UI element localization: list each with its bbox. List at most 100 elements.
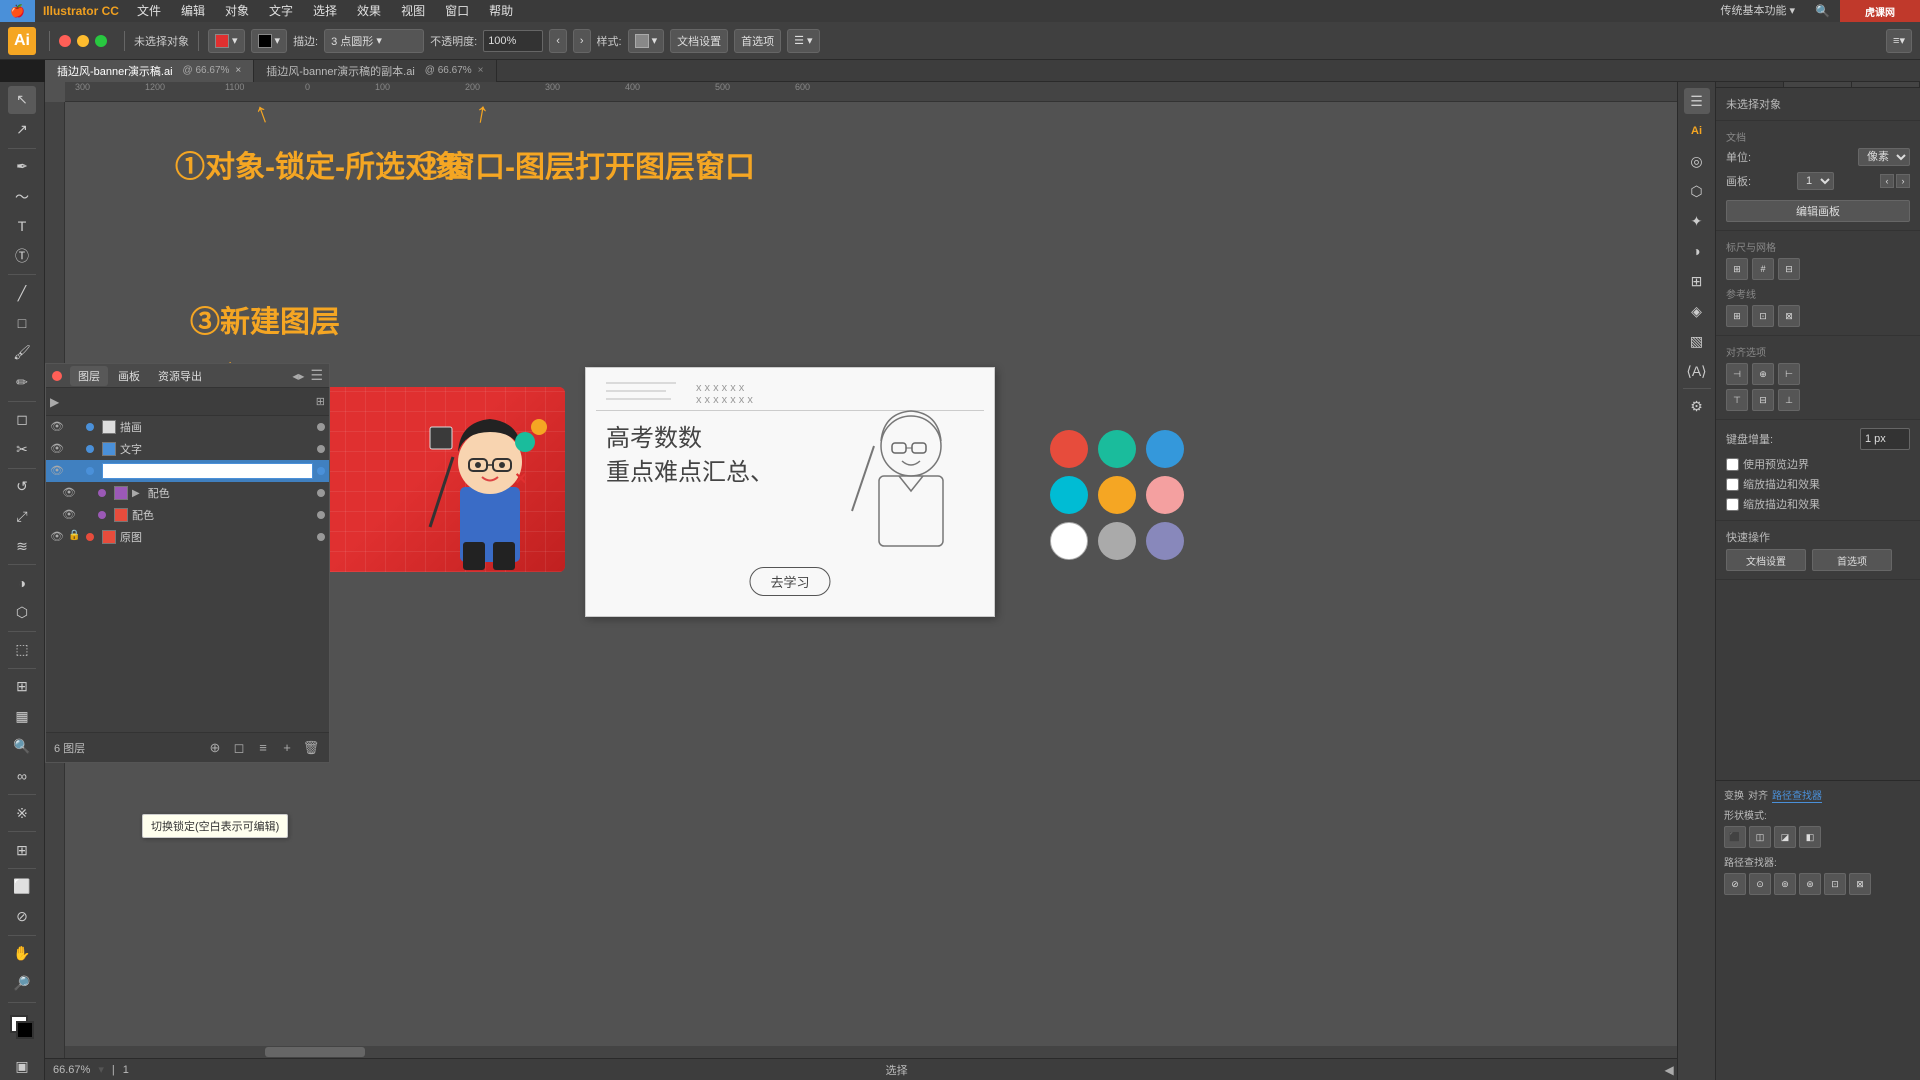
horizontal-scroll-thumb[interactable]: [265, 1047, 365, 1057]
maximize-btn[interactable]: [95, 35, 107, 47]
align-bottom[interactable]: ⊥: [1778, 389, 1800, 411]
swatch-purple-gray[interactable]: [1146, 522, 1184, 560]
layer-5-eye[interactable]: 👁: [62, 508, 76, 522]
swatch-teal[interactable]: [1098, 430, 1136, 468]
scale-corners-checkbox[interactable]: [1726, 478, 1739, 491]
guide-btn-1[interactable]: ⊞: [1726, 305, 1748, 327]
pattern-icon[interactable]: ⊞: [1684, 268, 1710, 294]
quick-doc-settings-btn[interactable]: 文档设置: [1726, 549, 1806, 571]
artboard-prev[interactable]: ‹: [1880, 174, 1894, 188]
layers-collapse-btn[interactable]: ◂▸: [292, 369, 304, 383]
crop-btn[interactable]: ⊛: [1799, 873, 1821, 895]
settings-gear-icon[interactable]: ⚙: [1684, 393, 1710, 419]
layer-4-lock[interactable]: [80, 486, 94, 500]
swatch-blue[interactable]: [1146, 430, 1184, 468]
fill-stroke-indicator[interactable]: [6, 1011, 38, 1043]
live-paint-tool[interactable]: ⬡: [8, 599, 36, 627]
layer-6-eye[interactable]: 👁: [50, 530, 64, 544]
fill-color-btn[interactable]: ▾: [251, 29, 288, 53]
layer-6-lock[interactable]: 🔒: [68, 530, 82, 544]
outline-btn[interactable]: ⊡: [1824, 873, 1846, 895]
scale-tool[interactable]: ⤢: [8, 502, 36, 530]
layer-row-5[interactable]: 👁 配色: [46, 504, 329, 526]
brush-icon[interactable]: ✦: [1684, 208, 1710, 234]
properties-icon[interactable]: ☰: [1684, 88, 1710, 114]
minus-front-btn[interactable]: ◫: [1749, 826, 1771, 848]
workspace-selector[interactable]: 传统基本功能 ▾: [1710, 0, 1805, 22]
layer-1-eye[interactable]: 👁: [50, 420, 64, 434]
artboard-tool[interactable]: ⬜: [8, 873, 36, 901]
align-pixel-checkbox[interactable]: [1726, 498, 1739, 511]
shape-icon[interactable]: ◎: [1684, 148, 1710, 174]
minus-back-btn[interactable]: ⊠: [1849, 873, 1871, 895]
exclude-btn[interactable]: ◧: [1799, 826, 1821, 848]
layer-4-expand[interactable]: ▶: [132, 488, 140, 499]
align-right[interactable]: ⊢: [1778, 363, 1800, 385]
eraser-tool[interactable]: ◻: [8, 406, 36, 434]
gradient-right-icon[interactable]: ◑: [1684, 238, 1710, 264]
layer-row-6[interactable]: 👁 🔒 原图: [46, 526, 329, 548]
symbol-tool[interactable]: ※: [8, 799, 36, 827]
close-btn[interactable]: [59, 35, 71, 47]
artboard-select[interactable]: 1 2: [1797, 172, 1834, 190]
unite-btn[interactable]: ⬛: [1724, 826, 1746, 848]
pathfinder-tab[interactable]: 路径查找器: [1772, 787, 1822, 803]
layer-row-2[interactable]: 👁 文字: [46, 438, 329, 460]
menu-window[interactable]: 窗口: [435, 0, 479, 22]
pencil-tool[interactable]: ✏: [8, 369, 36, 397]
doc-settings-btn[interactable]: 文档设置: [670, 29, 728, 53]
tab-1[interactable]: 插边风-banner演示稿.ai @ 66.67% ×: [45, 60, 254, 82]
zoom-tool[interactable]: 🔎: [8, 970, 36, 998]
new-layer-from-selection-btn[interactable]: ⊕: [205, 738, 225, 758]
appearance-icon[interactable]: ◈: [1684, 298, 1710, 324]
horizontal-scrollbar[interactable]: [65, 1046, 1703, 1058]
guide-btn-3[interactable]: ⊠: [1778, 305, 1800, 327]
grid-snap-btn[interactable]: ⊟: [1778, 258, 1800, 280]
menu-help[interactable]: 帮助: [479, 0, 523, 22]
edit-artboard-btn[interactable]: 编辑画板: [1726, 200, 1910, 222]
perspective-tool[interactable]: ⬚: [8, 636, 36, 664]
menu-effects[interactable]: 效果: [347, 0, 391, 22]
rect-tool[interactable]: □: [8, 309, 36, 337]
layer-row-1[interactable]: 👁 描画: [46, 416, 329, 438]
keyboard-input[interactable]: [1860, 428, 1910, 450]
search-btn[interactable]: 🔍: [1805, 0, 1840, 22]
hand-tool[interactable]: ✋: [8, 940, 36, 968]
layers-tab-export[interactable]: 资源导出: [150, 366, 210, 386]
swatch-orange[interactable]: [1098, 476, 1136, 514]
panel-toggle-btn[interactable]: ≡▾: [1886, 29, 1912, 53]
menu-object[interactable]: 对象: [215, 0, 259, 22]
swatch-white[interactable]: [1050, 522, 1088, 560]
ruler-btn[interactable]: ⊞: [1726, 258, 1748, 280]
layer-1-lock[interactable]: [68, 420, 82, 434]
delete-layer-btn[interactable]: 🗑: [301, 738, 321, 758]
swatch-red[interactable]: [1050, 430, 1088, 468]
guide-btn-2[interactable]: ⊡: [1752, 305, 1774, 327]
trim-btn[interactable]: ⊙: [1749, 873, 1771, 895]
curvature-tool[interactable]: 〜: [8, 183, 36, 211]
align-tab[interactable]: 对齐: [1748, 787, 1768, 803]
align-pixel-checkbox-label[interactable]: 缩放描边和效果: [1726, 496, 1910, 512]
layer-3-eye[interactable]: 👁: [50, 464, 64, 478]
layer-3-lock[interactable]: [68, 464, 82, 478]
layers-menu-btn[interactable]: ☰: [310, 367, 323, 384]
divide-btn[interactable]: ⊘: [1724, 873, 1746, 895]
opacity-input[interactable]: [483, 30, 543, 52]
style-selector[interactable]: ▾: [628, 29, 665, 53]
warp-tool[interactable]: ≋: [8, 532, 36, 560]
touch-type-tool[interactable]: Ⓣ: [8, 242, 36, 270]
intersect-btn[interactable]: ◪: [1774, 826, 1796, 848]
menu-edit[interactable]: 编辑: [171, 0, 215, 22]
minimize-btn[interactable]: [77, 35, 89, 47]
eyedropper-tool[interactable]: 🔍: [8, 733, 36, 761]
merge-btn[interactable]: ⊚: [1774, 873, 1796, 895]
layers-tab-layers[interactable]: 图层: [70, 366, 108, 386]
layers-tab-artboard[interactable]: 画板: [110, 366, 148, 386]
change-screen-mode[interactable]: ▣: [8, 1052, 36, 1080]
layers-options-btn[interactable]: ⊞: [316, 395, 325, 408]
layer-2-lock[interactable]: [68, 442, 82, 456]
stroke-style-btn[interactable]: 3 点圆形▾: [324, 29, 424, 53]
tab-2-close[interactable]: ×: [478, 65, 484, 76]
quick-preferences-btn[interactable]: 首选项: [1812, 549, 1892, 571]
slice-tool[interactable]: ⊘: [8, 903, 36, 931]
